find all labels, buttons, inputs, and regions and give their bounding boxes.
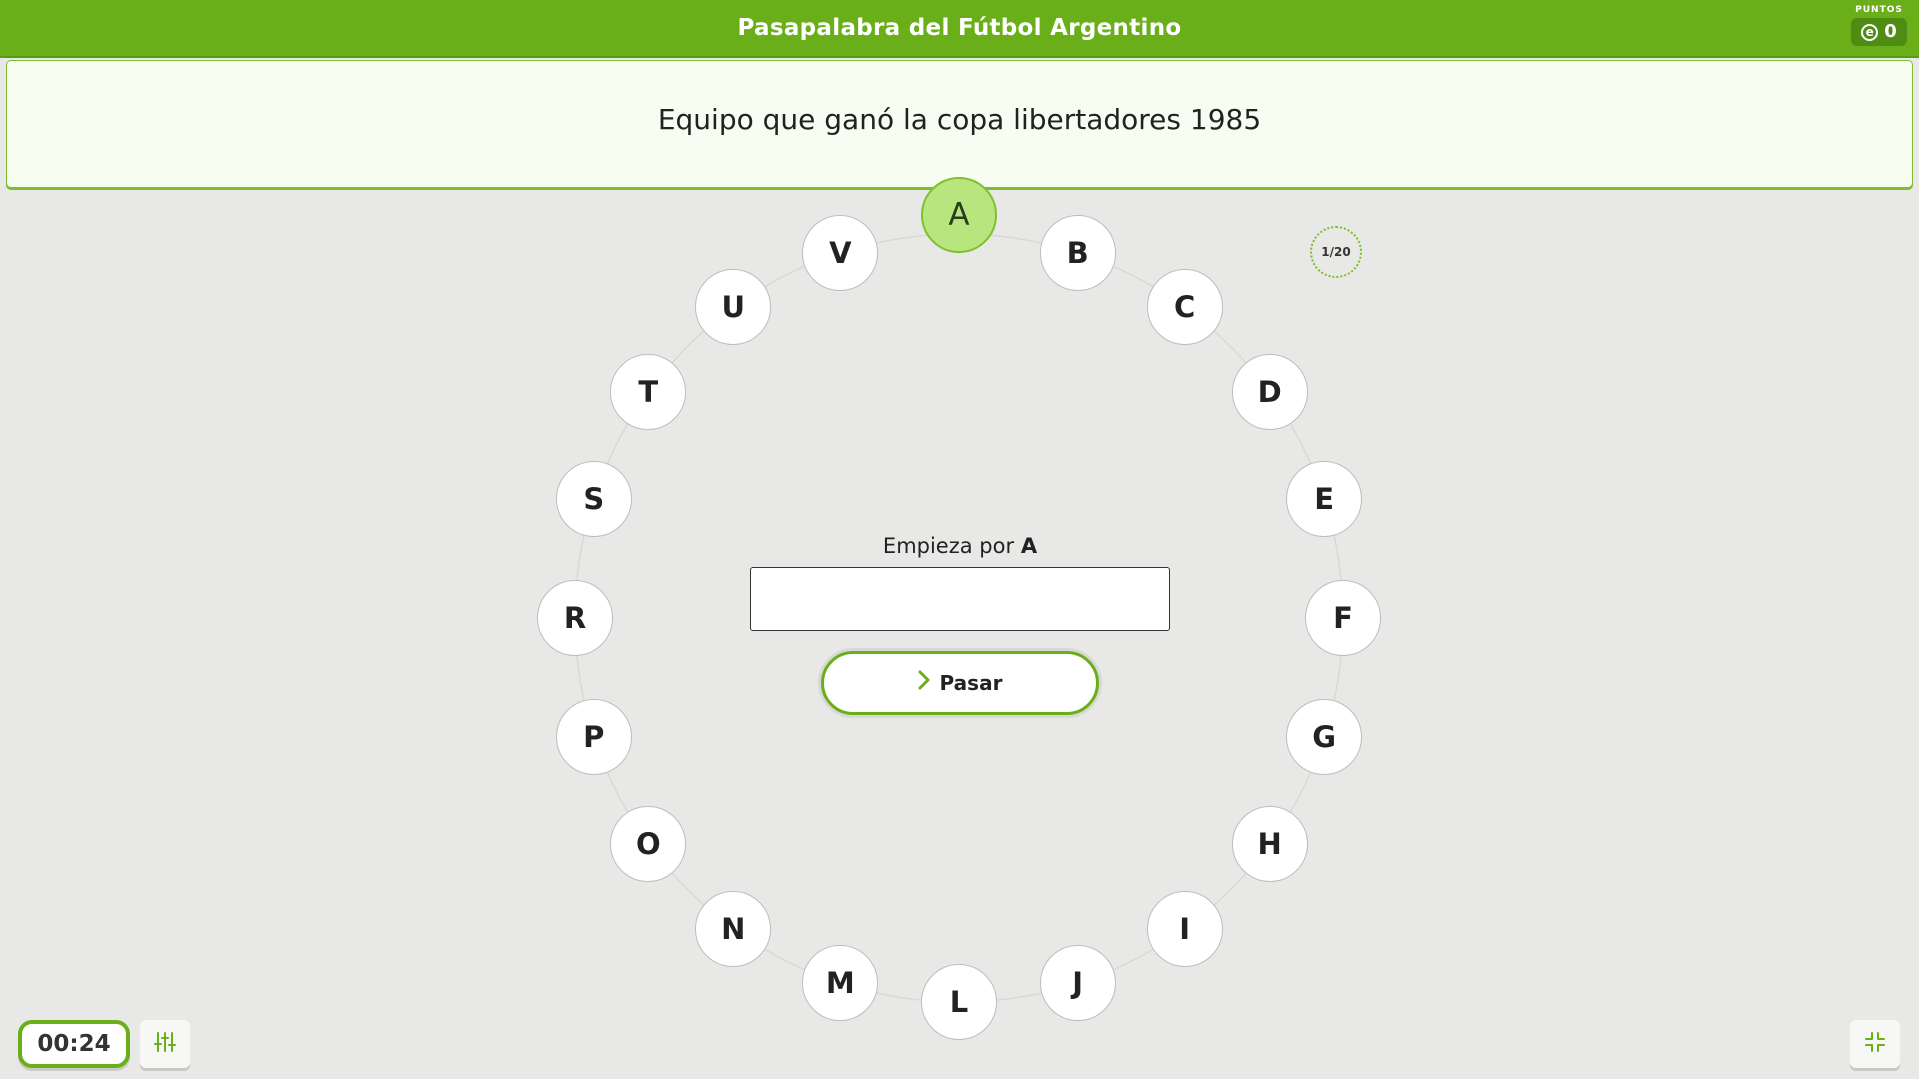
letter-h: H	[1231, 805, 1308, 882]
hint-text: Empieza por A	[750, 534, 1170, 558]
sliders-icon	[153, 1030, 177, 1058]
letter-c: C	[1146, 269, 1223, 346]
fullscreen-exit-button[interactable]	[1850, 1020, 1900, 1068]
letter-d: D	[1231, 354, 1308, 431]
letter-r: R	[537, 580, 613, 656]
letter-i: I	[1146, 890, 1223, 967]
letter-e: E	[1286, 461, 1363, 538]
letter-g: G	[1286, 698, 1363, 775]
chevron-right-icon	[918, 670, 930, 696]
progress-indicator: 1/20	[1310, 226, 1362, 278]
answer-input[interactable]	[750, 567, 1170, 631]
exit-fullscreen-icon	[1863, 1030, 1887, 1058]
letter-v: V	[802, 214, 879, 291]
hint-letter: A	[1020, 534, 1038, 558]
hint-prefix: Empieza por	[882, 534, 1015, 558]
letter-l: L	[921, 964, 997, 1040]
letter-o: O	[610, 805, 687, 882]
letter-f: F	[1305, 580, 1381, 656]
timer: 00:24	[18, 1020, 130, 1068]
pass-button[interactable]: Pasar	[821, 651, 1099, 715]
letter-b: B	[1039, 214, 1116, 291]
letter-m: M	[802, 945, 879, 1022]
letter-n: N	[695, 890, 772, 967]
pass-button-label: Pasar	[939, 671, 1003, 695]
settings-button[interactable]	[140, 1020, 190, 1068]
letter-s: S	[555, 461, 632, 538]
letter-a: A	[921, 177, 997, 253]
letter-p: P	[555, 698, 632, 775]
letter-j: J	[1039, 945, 1116, 1022]
